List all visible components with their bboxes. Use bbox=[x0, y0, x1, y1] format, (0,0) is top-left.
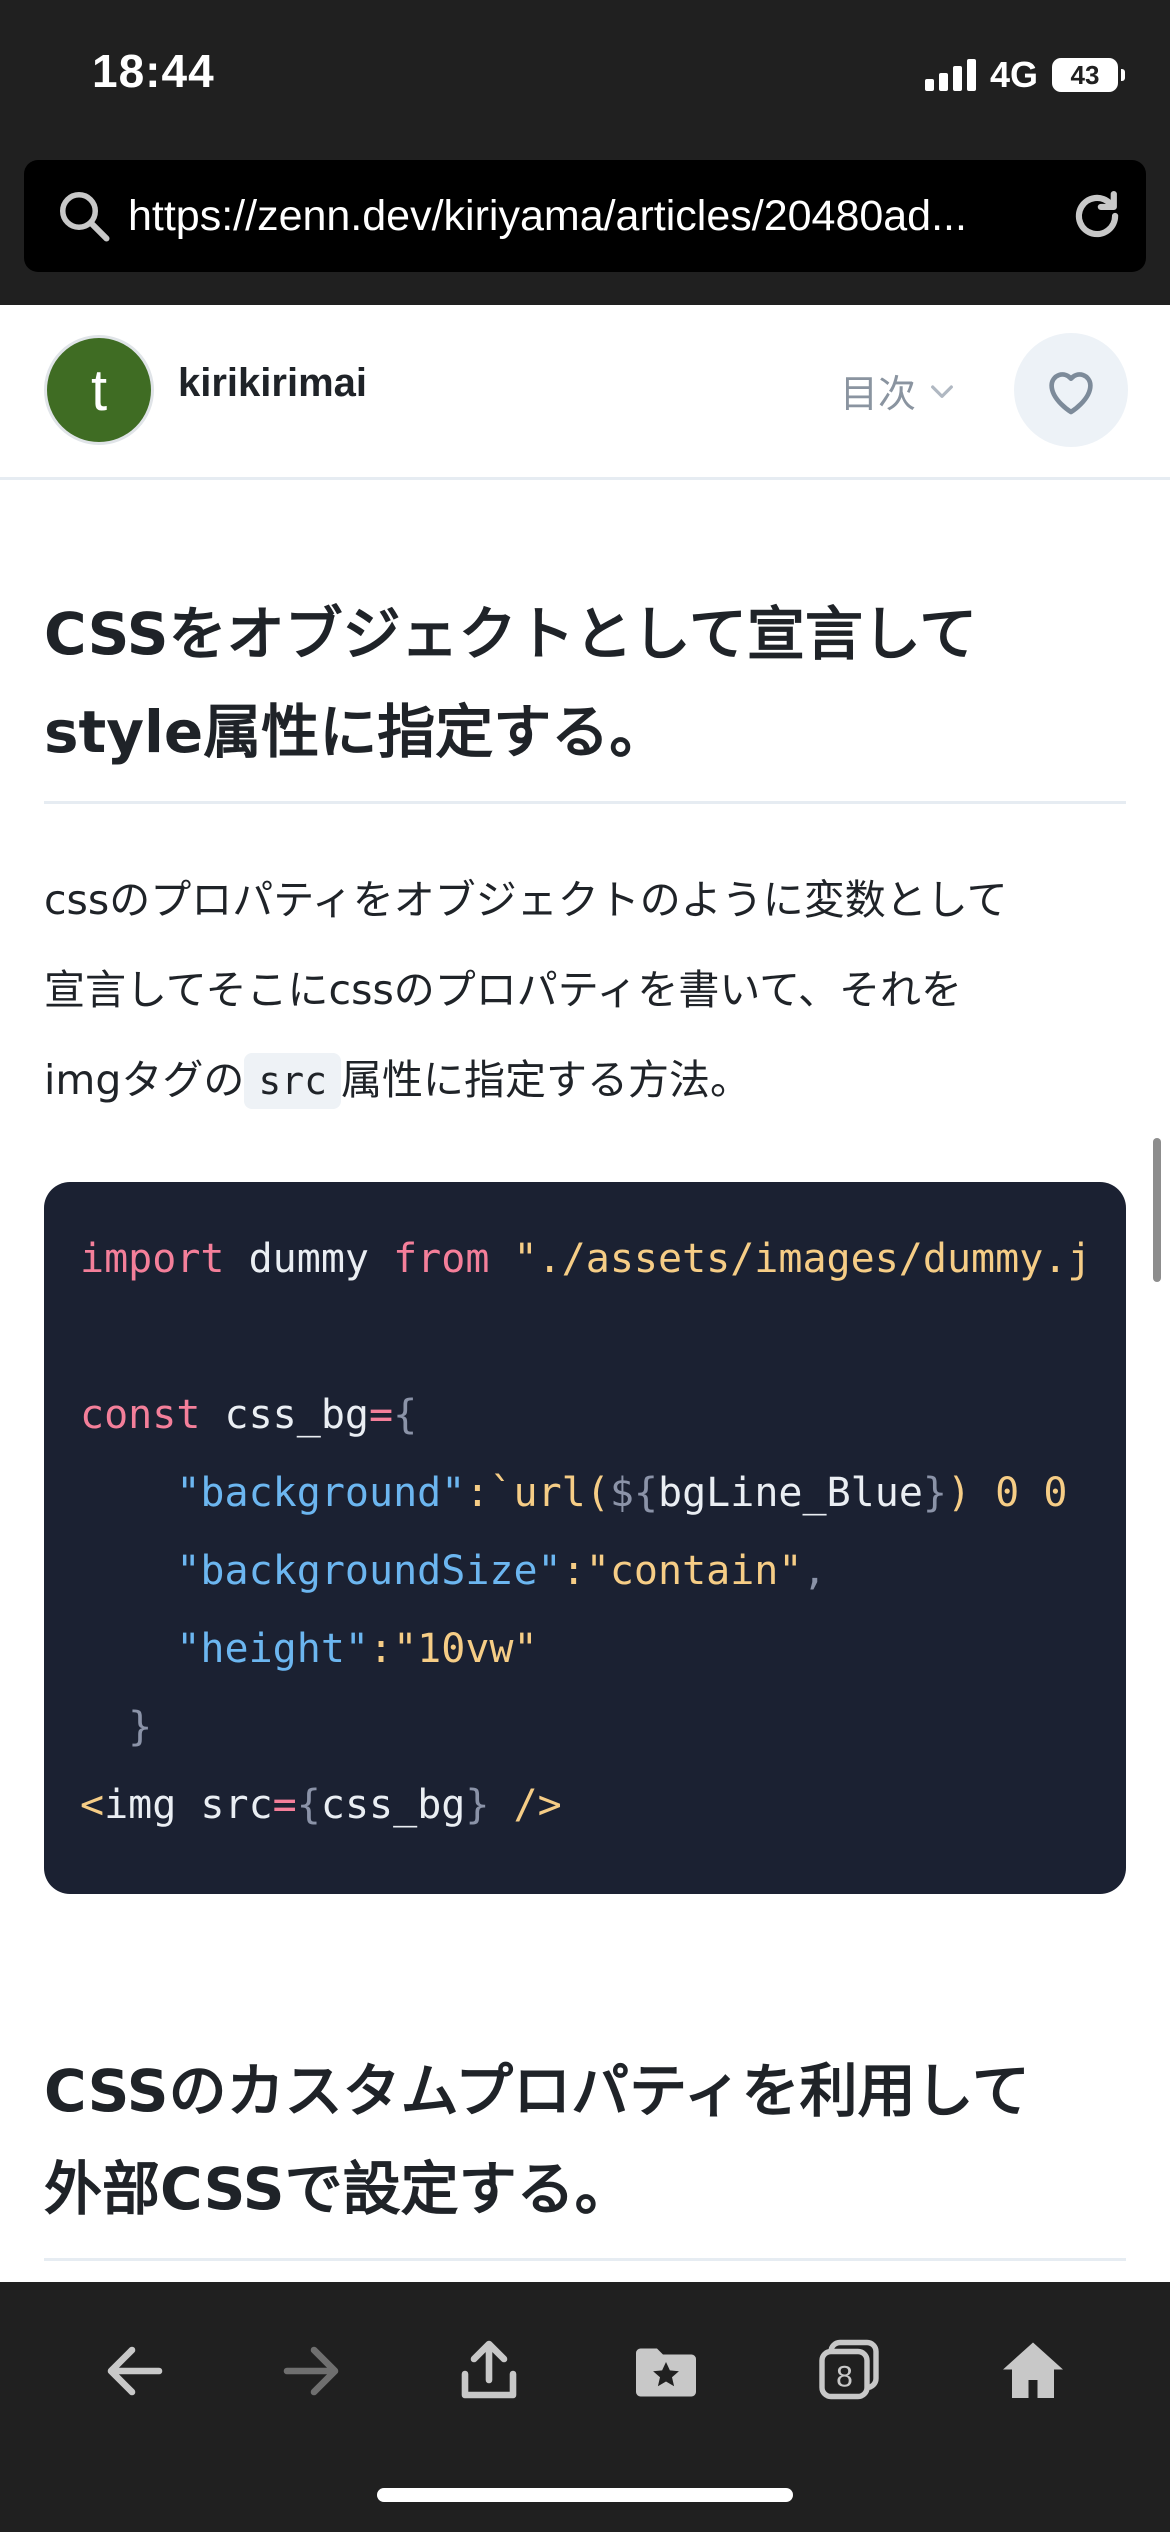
heart-icon bbox=[1049, 372, 1093, 415]
code-token: dummy bbox=[224, 1236, 394, 1282]
paragraph-line: imgタグの bbox=[44, 1056, 245, 1104]
bookmarks-icon bbox=[636, 2348, 696, 2397]
heading-line: 外部CSSで設定する。 bbox=[44, 2155, 633, 2223]
code-token: : bbox=[465, 1470, 490, 1516]
code-token: , bbox=[802, 1548, 827, 1594]
code-token: const bbox=[80, 1392, 201, 1438]
browser-address-area: https://zenn.dev/kiriyama/articles/20480… bbox=[0, 150, 1170, 305]
code-token: import bbox=[80, 1236, 225, 1282]
paragraph-line: 属性に指定する方法。 bbox=[341, 1056, 751, 1104]
code-token: "contain" bbox=[585, 1548, 803, 1594]
code-token: /> bbox=[489, 1782, 562, 1828]
code-token: : bbox=[561, 1548, 586, 1594]
avatar[interactable]: t bbox=[44, 335, 154, 445]
code-token: : bbox=[368, 1626, 394, 1672]
chevron-down-icon bbox=[931, 384, 953, 398]
home-indicator[interactable] bbox=[377, 2488, 793, 2502]
code-token: { bbox=[296, 1782, 321, 1828]
code-token: { bbox=[393, 1392, 418, 1438]
address-bar[interactable]: https://zenn.dev/kiriyama/articles/20480… bbox=[24, 160, 1146, 272]
signal-icon bbox=[924, 59, 976, 91]
status-bar: 18:44 4G 43 bbox=[0, 0, 1170, 150]
toc-label: 目次 bbox=[840, 372, 917, 416]
url-text[interactable]: https://zenn.dev/kiriyama/articles/20480… bbox=[128, 192, 1048, 241]
home-button[interactable] bbox=[990, 2328, 1076, 2414]
code-token: css_bg bbox=[320, 1782, 466, 1828]
code-token: } bbox=[465, 1782, 490, 1828]
code-token: = bbox=[272, 1782, 297, 1828]
code-block[interactable]: import dummy from "./assets/images/dummy… bbox=[44, 1182, 1126, 1894]
code-token: "./assets/images/dummy.j bbox=[489, 1236, 1092, 1282]
like-button[interactable] bbox=[1014, 333, 1128, 447]
share-icon bbox=[461, 2340, 517, 2399]
code-token: < bbox=[80, 1782, 105, 1828]
search-icon bbox=[60, 192, 110, 242]
code-token: img src bbox=[104, 1782, 273, 1828]
heading-line: CSSのカスタムプロパティを利用して bbox=[44, 2057, 1030, 2125]
code-token: bgLine_Blue bbox=[658, 1470, 923, 1516]
tabs-button[interactable]: 8 bbox=[806, 2328, 892, 2414]
status-time: 18:44 bbox=[92, 45, 215, 97]
code-token: css_bg bbox=[200, 1392, 370, 1438]
back-button[interactable] bbox=[92, 2328, 178, 2414]
tabs-icon: 8 bbox=[819, 2339, 879, 2400]
code-token: } bbox=[80, 1704, 153, 1750]
scrollbar-thumb[interactable] bbox=[1153, 1138, 1161, 1282]
home-icon bbox=[1003, 2342, 1063, 2398]
reload-icon[interactable] bbox=[1066, 185, 1128, 247]
code-token: ) 0 0 bbox=[947, 1470, 1068, 1516]
forward-arrow-icon bbox=[283, 2346, 339, 2396]
code-token: from bbox=[393, 1236, 490, 1282]
back-arrow-icon bbox=[107, 2346, 163, 2396]
code-token: ${ bbox=[609, 1470, 658, 1516]
section-heading: CSSをオブジェクトとして宣言して style属性に指定する。 bbox=[44, 585, 1126, 804]
code-text: import dummy from "./assets/images/dummy… bbox=[80, 1220, 1091, 1844]
code-token: "backgroundSize" bbox=[80, 1548, 562, 1594]
toc-button[interactable]: 目次 bbox=[840, 363, 958, 418]
battery-icon: 43 bbox=[1052, 58, 1125, 92]
share-button[interactable] bbox=[446, 2328, 532, 2414]
code-token: "background" bbox=[80, 1470, 466, 1516]
code-token: "10vw" bbox=[393, 1626, 538, 1672]
bookmarks-button[interactable] bbox=[623, 2328, 709, 2414]
network-type: 4G bbox=[989, 54, 1038, 95]
tabs-count: 8 bbox=[836, 2361, 853, 2394]
paragraph: cssのプロパティをオブジェクトのように変数として 宣言してそこにcssのプロパ… bbox=[44, 855, 1126, 1126]
code-token: = bbox=[369, 1392, 394, 1438]
code-token: `url( bbox=[489, 1470, 610, 1516]
paragraph-line: 宣言してそこにcssのプロパティを書いて、それを bbox=[44, 966, 963, 1014]
code-token: "height" bbox=[80, 1626, 369, 1672]
forward-button[interactable] bbox=[268, 2328, 354, 2414]
author-name[interactable]: kirikirimai bbox=[178, 361, 367, 406]
article-header: t kirikirimai 目次 bbox=[0, 305, 1170, 480]
inline-code: src bbox=[244, 1053, 341, 1109]
heading-line: style属性に指定する。 bbox=[44, 698, 668, 766]
paragraph-line: cssのプロパティをオブジェクトのように変数として bbox=[44, 876, 1008, 924]
code-token: } bbox=[922, 1470, 947, 1516]
heading-line: CSSをオブジェクトとして宣言して bbox=[44, 600, 978, 668]
section-heading: CSSのカスタムプロパティを利用して 外部CSSで設定する。 bbox=[44, 2042, 1126, 2261]
status-indicators: 4G 43 bbox=[924, 52, 1125, 98]
